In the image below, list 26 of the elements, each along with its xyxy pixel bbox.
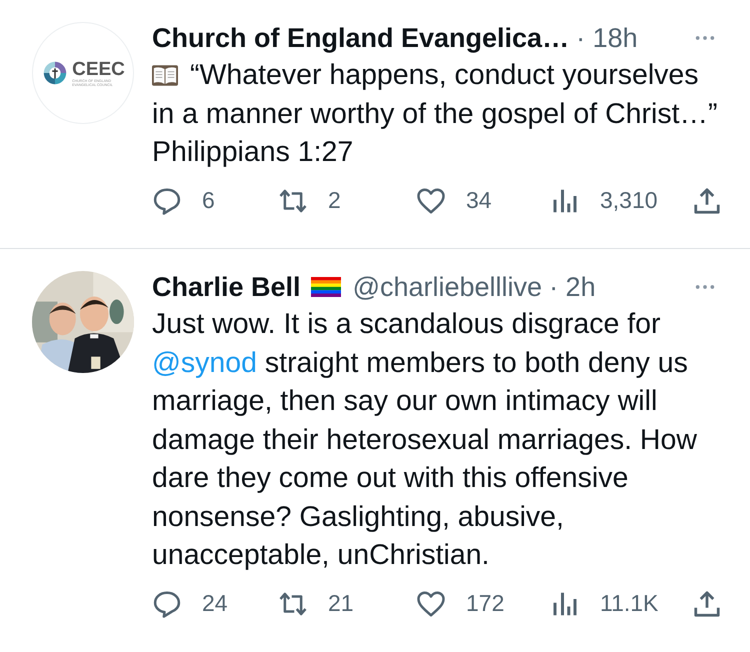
logo-wordmark: CEEC [72,60,125,78]
reply-icon[interactable] [152,186,182,216]
rainbow-flag-icon [310,277,341,297]
share-icon[interactable] [692,588,722,618]
reply-count: 24 [202,590,228,617]
like-icon[interactable] [416,186,446,216]
author-name[interactable]: Charlie Bell [152,272,301,302]
retweet-count: 21 [328,590,354,617]
more-icon[interactable] [694,35,716,41]
like-count: 34 [466,187,492,214]
like-icon[interactable] [416,588,446,618]
view-count: 11.1K [600,590,658,617]
open-book-icon [152,65,178,86]
like-count: 172 [466,590,504,617]
post-time[interactable]: · 18h [576,22,638,54]
author-name[interactable]: Church of England Evangelica… [152,22,570,54]
view-count: 3,310 [600,187,658,214]
tweet-text: Just wow. It is a scandalous disgrace for @synod straight members to both deny us marriage, then say our own intimacy will damage their heterosexual marriages. How dare they come out with this offensive nonsense? Gaslighting, abusive, unacceptable, unChristian. [152,307,698,573]
reply-count: 6 [202,187,215,214]
share-icon[interactable] [692,186,722,216]
more-icon[interactable] [694,284,716,290]
post-time[interactable]: · 2h [549,272,596,302]
tweet-text: “Whatever happens, conduct yourselves in a manner worthy of the gospel of Christ…” Philippians 1:27 [152,58,719,170]
reply-icon[interactable] [152,588,182,618]
author-handle[interactable]: @charliebelllive [352,272,542,302]
retweet-count: 2 [328,187,341,214]
